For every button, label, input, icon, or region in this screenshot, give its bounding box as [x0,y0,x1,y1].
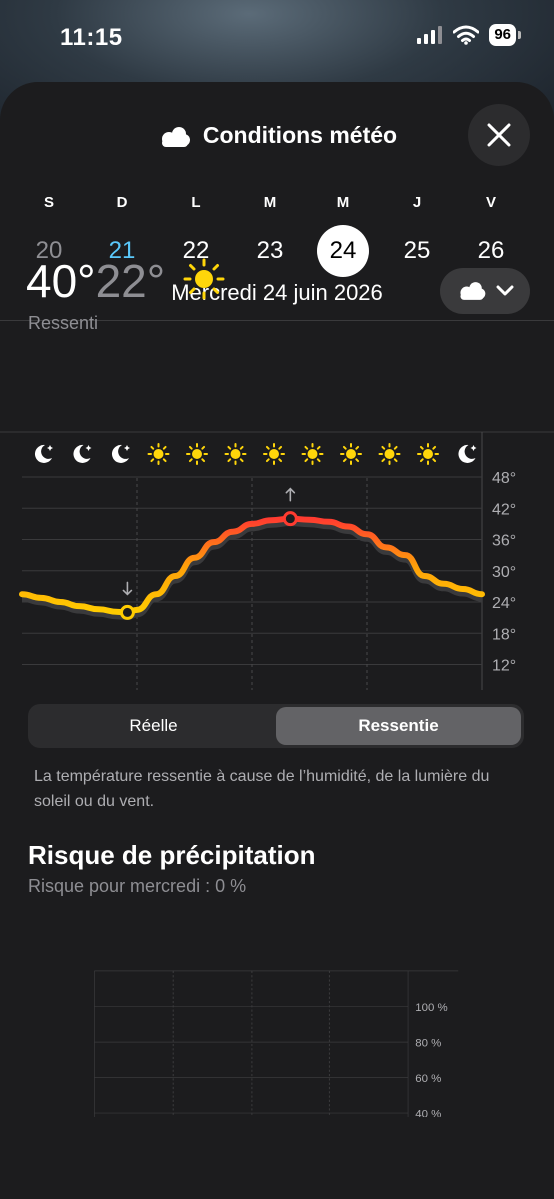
day-25[interactable]: J 25 [390,194,444,277]
moon-icon [458,444,477,463]
y-tick-label: 40 % [415,1108,441,1117]
sun-icon [301,443,324,465]
y-tick-label: 18° [492,626,516,643]
sun-icon [186,443,208,465]
moon-icon [34,444,53,463]
y-tick-label: 42° [492,501,516,518]
battery-indicator: 96 [489,24,521,46]
cloud-icon [460,282,486,300]
day-number: 25 [403,237,431,264]
max-marker [282,511,298,527]
y-tick-label: 100 % [415,1002,447,1014]
sun-icon [147,443,170,465]
close-button[interactable] [468,104,530,166]
cloud-icon [161,126,190,147]
day-number: 24 [317,225,369,277]
close-icon [487,123,511,147]
status-time: 11:15 [60,24,123,51]
day-letter: M [336,194,350,211]
sheet-title-text: Conditions météo [202,122,398,148]
sun-icon [183,258,225,300]
day-23[interactable]: M 23 [243,194,297,277]
signal-icon [417,26,443,44]
y-tick-label: 24° [492,595,516,612]
y-tick-label: 36° [492,533,516,550]
feels-like-label: Ressenti [28,313,99,333]
wifi-icon [453,25,480,45]
status-icons: 96 [417,24,521,46]
toggle-option-actual[interactable]: Réelle [31,707,276,745]
y-tick-label: 6° [492,689,507,690]
condition-selector-button[interactable] [440,268,530,314]
toggle-option-feels-like[interactable]: Ressentie [276,707,521,745]
temperature-summary: 40°22° [26,254,226,308]
low-temperature: 22° [95,255,166,307]
y-tick-label: 12° [492,658,516,675]
day-letter: S [43,194,54,211]
sun-icon [378,443,401,465]
arrow-down-icon [122,581,133,596]
sun-icon [340,443,362,465]
sun-icon [263,443,285,465]
day-number: 23 [256,237,284,264]
temperature-mode-toggle: Réelle Ressentie [28,704,524,748]
day-24[interactable]: M 24 [316,194,370,277]
y-tick-label: 30° [492,564,516,581]
precipitation-title: Risque de précipitation [28,840,316,870]
sun-icon [224,443,247,465]
sun-icon [417,443,439,465]
moon-icon [111,444,130,463]
y-tick-label: 60 % [415,1073,441,1085]
precipitation-subtitle: Risque pour mercredi : 0 % [28,876,247,896]
feels-like-explanation: La température ressentie à cause de l’hu… [34,768,490,810]
day-26[interactable]: V 26 [464,194,518,277]
day-letter: V [485,194,496,211]
arrow-up-icon [285,487,296,502]
temperature-chart: 48°42°36°30°24°18°12°6°0° 00 h06 h12 h18… [0,431,554,690]
day-letter: D [116,194,128,211]
day-letter: J [412,194,422,211]
day-letter: M [263,194,277,211]
status-bar: 11:15 96 [0,0,554,74]
chevron-down-icon [496,285,514,296]
y-tick-label: 48° [492,470,516,487]
min-marker [119,604,135,620]
precipitation-chart: 100 % 80 % 60 % 40 % [93,970,459,1117]
day-letter: L [191,194,201,211]
moon-icon [73,444,92,463]
high-temperature: 40° [26,255,96,307]
y-tick-label: 80 % [415,1037,441,1049]
